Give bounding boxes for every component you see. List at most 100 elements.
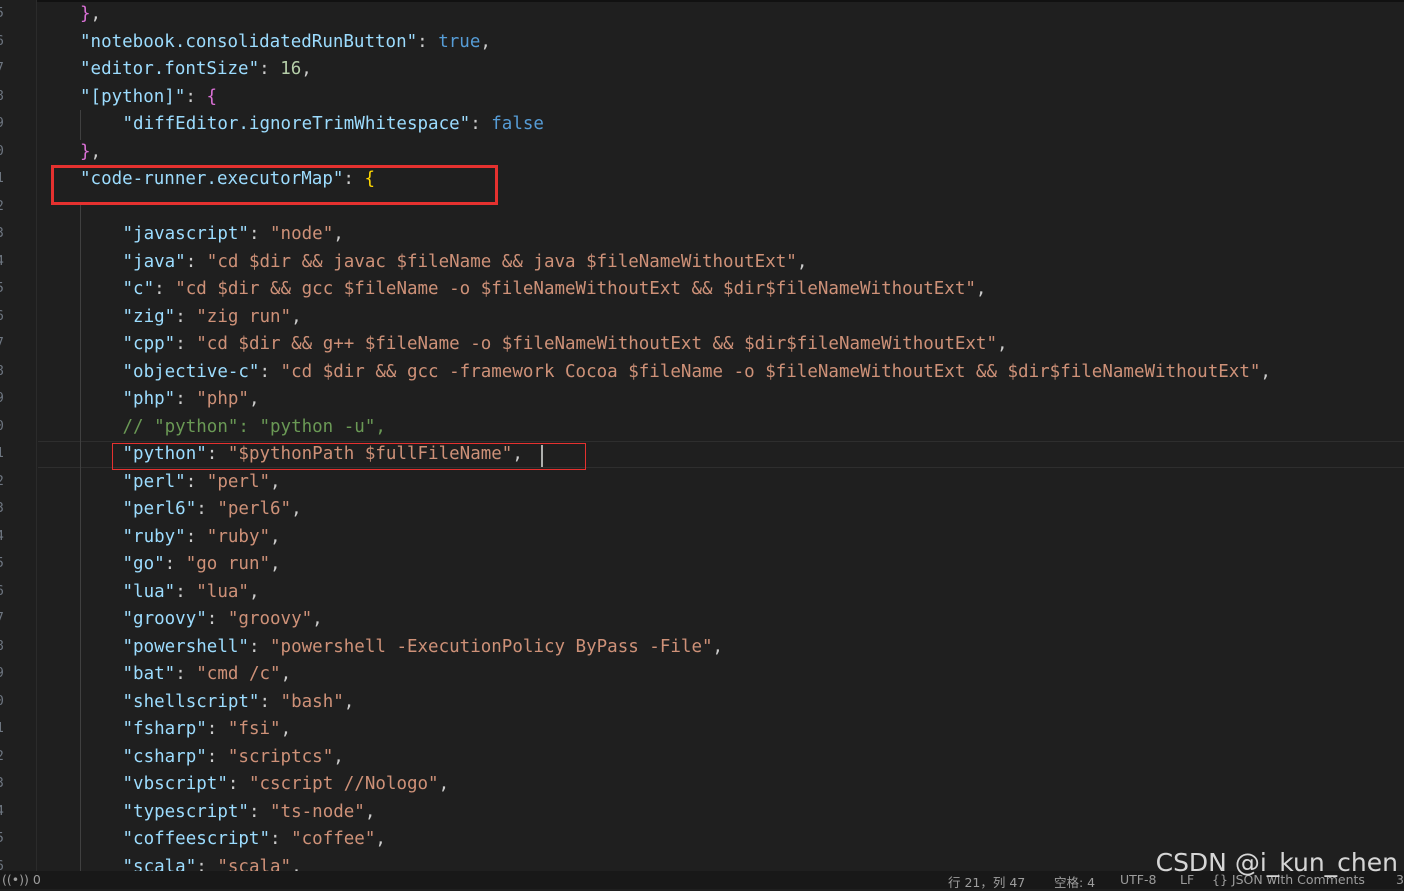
highlight-box-executor-map: [51, 165, 498, 205]
code-token: ,: [270, 471, 281, 492]
code-token: ,: [291, 306, 302, 327]
code-token: "groovy": [122, 609, 207, 629]
code-token: ,: [438, 774, 450, 794]
gutter-separator: [36, 0, 37, 871]
code-line[interactable]: "typescript": "ts-node",: [38, 799, 1404, 826]
code-line[interactable]: "lua": "lua",: [38, 579, 1404, 606]
line-number: 0: [0, 419, 4, 434]
code-token: "scala": [217, 856, 292, 872]
code-token: "scriptcs": [227, 746, 334, 767]
code-line[interactable]: "php": "php",: [38, 386, 1404, 413]
code-line[interactable]: },: [38, 1, 1404, 28]
code-line[interactable]: "powershell": "powershell -ExecutionPoli…: [38, 634, 1404, 661]
code-line[interactable]: "editor.fontSize": 16,: [38, 56, 1404, 83]
code-token: false: [491, 114, 544, 134]
code-line[interactable]: "c": "cd $dir && gcc $fileName -o $fileN…: [38, 276, 1404, 303]
code-token: ,: [1260, 361, 1271, 382]
code-token: :: [248, 636, 271, 657]
code-token: "perl6": [122, 499, 197, 519]
code-line[interactable]: "objective-c": "cd $dir && gcc -framewor…: [38, 359, 1404, 386]
code-line[interactable]: "fsharp": "fsi",: [38, 716, 1404, 743]
code-line[interactable]: "ruby": "ruby",: [38, 524, 1404, 551]
code-token: "objective-c": [122, 361, 260, 382]
code-line[interactable]: "vbscript": "cscript //Nologo",: [38, 771, 1404, 798]
code-line[interactable]: "groovy": "groovy",: [38, 606, 1404, 633]
cursor-position[interactable]: 行 21，列 47: [948, 872, 1025, 891]
code-token: "powershell -ExecutionPolicy ByPass -Fil…: [270, 636, 713, 657]
code-token: }: [80, 141, 91, 162]
code-token: :: [175, 334, 197, 354]
code-line[interactable]: // "python": "python -u",: [38, 414, 1404, 441]
code-token: }: [80, 4, 91, 24]
line-number: 1: [0, 446, 4, 461]
code-token: "diffEditor.ignoreTrimWhitespace": [122, 114, 471, 134]
line-number: 3: [0, 226, 4, 241]
code-token: "perl6": [217, 499, 292, 519]
code-token: "javascript": [122, 224, 249, 244]
line-number: 9: [0, 116, 4, 131]
code-token: ,: [343, 691, 355, 712]
code-token: :: [175, 664, 197, 684]
code-line[interactable]: "zig": "zig run",: [38, 304, 1404, 331]
line-number: 1: [0, 171, 4, 186]
code-line[interactable]: "shellscript": "bash",: [38, 689, 1404, 716]
code-token: ,: [796, 251, 808, 272]
code-line[interactable]: "csharp": "scriptcs",: [38, 744, 1404, 771]
code-token: ,: [280, 719, 292, 739]
code-token: ,: [997, 334, 1008, 354]
code-line[interactable]: "perl6": "perl6",: [38, 496, 1404, 523]
code-token: :: [196, 499, 218, 519]
code-token: "cd $dir && gcc $fileName -o $fileNameWi…: [175, 279, 976, 299]
code-token: "scala": [122, 856, 197, 872]
code-token: "ruby": [206, 526, 271, 547]
code-token: "php": [196, 389, 249, 409]
code-line[interactable]: "[python]": {: [38, 84, 1404, 111]
code-line[interactable]: "perl": "perl",: [38, 469, 1404, 496]
code-line[interactable]: "javascript": "node",: [38, 221, 1404, 248]
line-number: 6: [0, 34, 4, 49]
code-line[interactable]: "bat": "cmd /c",: [38, 661, 1404, 688]
problems-indicator[interactable]: ((•)) 0: [2, 872, 41, 887]
indentation-setting[interactable]: 空格: 4: [1054, 872, 1095, 891]
code-token: :: [259, 691, 281, 712]
code-line[interactable]: "notebook.consolidatedRunButton": true,: [38, 29, 1404, 56]
code-token: true: [438, 31, 481, 52]
line-number: 4: [0, 529, 4, 544]
code-line[interactable]: "diffEditor.ignoreTrimWhitespace": false: [38, 111, 1404, 138]
line-number: 7: [0, 611, 4, 626]
code-token: 16: [280, 59, 302, 79]
code-token: :: [259, 59, 281, 79]
code-token: :: [175, 581, 197, 602]
code-token: "powershell": [122, 636, 249, 657]
code-token: :: [175, 306, 197, 327]
line-number: 3: [0, 776, 4, 791]
code-editor[interactable]: 56789012345678901234567890123456 },"note…: [0, 0, 1404, 871]
code-token: "shellscript": [122, 691, 260, 712]
code-token: ,: [291, 499, 302, 519]
code-token: "lua": [196, 581, 249, 602]
code-token: "editor.fontSize": [80, 59, 260, 79]
code-token: ,: [248, 581, 260, 602]
code-token: "notebook.consolidatedRunButton": [80, 31, 418, 52]
line-number: 2: [0, 749, 4, 764]
code-line[interactable]: "cpp": "cd $dir && g++ $fileName -o $fil…: [38, 331, 1404, 358]
line-number: 2: [0, 199, 4, 214]
code-token: "cmd /c": [196, 664, 281, 684]
encoding-setting[interactable]: UTF-8: [1120, 872, 1156, 887]
code-token: "c": [122, 279, 155, 299]
line-number: 5: [0, 281, 4, 296]
code-line[interactable]: "java": "cd $dir && javac $fileName && j…: [38, 249, 1404, 276]
code-line[interactable]: "go": "go run",: [38, 551, 1404, 578]
line-number: 8: [0, 639, 4, 654]
code-token: :: [154, 279, 176, 299]
code-token: ,: [333, 746, 344, 767]
code-token: ,: [480, 31, 491, 52]
code-token: ,: [312, 609, 323, 629]
code-token: "zig": [122, 306, 176, 327]
code-line[interactable]: },: [38, 139, 1404, 166]
code-token: ,: [975, 279, 987, 299]
code-token: :: [185, 251, 207, 272]
code-token: "ts-node": [270, 801, 365, 822]
code-token: :: [196, 856, 218, 872]
line-number: 7: [0, 61, 4, 76]
